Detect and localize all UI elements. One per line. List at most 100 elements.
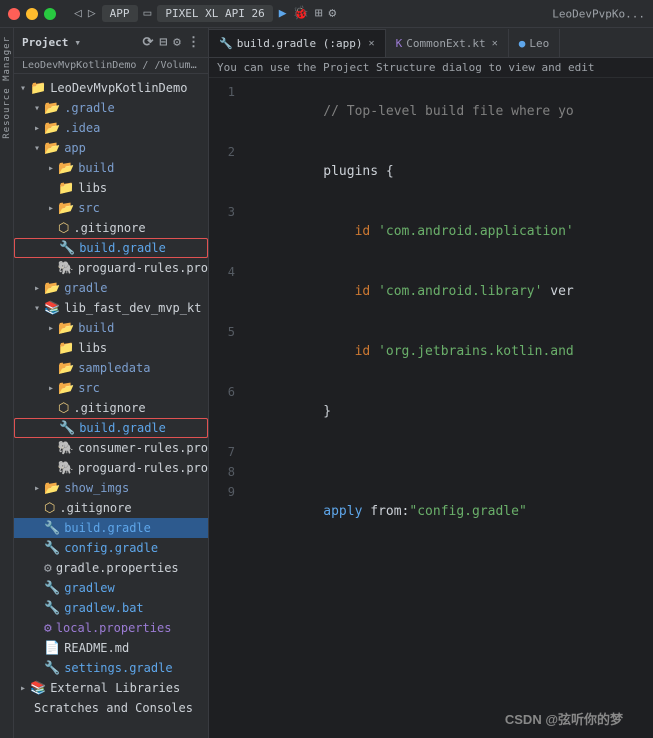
arrow-icon: ▸ [44,203,58,214]
folder-icon: 📁 [30,81,46,96]
code-line-6: 6 } [209,382,653,442]
gradle-icon: 🔧 [44,521,60,536]
resource-manager-label[interactable]: Resource Manager [2,36,12,139]
arrow-icon: ▸ [30,283,44,294]
debug-icon[interactable]: 🐞 [293,6,309,21]
tree-item-app-libs[interactable]: ▸ 📁 libs [14,178,208,198]
line-content: // Top-level build file where yo [245,82,653,142]
close-button[interactable] [8,8,20,20]
git-icon[interactable]: ⊞ [315,6,323,21]
tree-item-external-libs[interactable]: ▸ 📚 External Libraries [14,678,208,698]
module-icon: 📚 [30,681,46,696]
folder-icon: 📂 [58,161,74,176]
props-icon: ⚙ [44,561,52,576]
sync-icon[interactable]: ⟳ [142,35,153,50]
tree-item-lib-src[interactable]: ▸ 📂 src [14,378,208,398]
tree-item-app-src[interactable]: ▸ 📂 src [14,198,208,218]
code-line-7: 7 [209,442,653,462]
tree-item-app-gitignore[interactable]: ▸ ⬡ .gitignore [14,218,208,238]
tab-commonext[interactable]: K CommonExt.kt ✕ [386,29,509,57]
run-icon[interactable]: ▶ [279,6,287,21]
tree-item-show-imgs[interactable]: ▸ 📂 show_imgs [14,478,208,498]
tree-item-gradlew-bat[interactable]: ▸ 🔧 gradlew.bat [14,598,208,618]
tab-close-icon[interactable]: ✕ [369,38,375,49]
arrow-icon: ▸ [16,683,30,694]
tree-item-leodevmvp-root[interactable]: ▾ 📁 LeoDevMvpKotlinDemo [14,78,208,98]
tree-label: build.gradle [79,421,166,435]
main-layout: Resource Manager Project ▾ ⟳ ⊟ ⚙ ⋮ LeoDe… [0,28,653,738]
line-content: id 'com.android.library' ver [245,262,653,322]
settings-icon[interactable]: ⚙ [329,6,337,21]
file-path-breadcrumb: LeoDevMvpKotlinDemo / /Volumes/Data/Andr… [14,58,208,74]
tree-label: gradlew [64,581,115,595]
gradle-icon: 🔧 [59,241,75,256]
tree-label: local.properties [56,621,172,635]
collapse-icon[interactable]: ⊟ [159,35,167,50]
tree-item-settings-gradle[interactable]: ▸ 🔧 settings.gradle [14,658,208,678]
tree-label: src [78,381,100,395]
minimize-button[interactable] [26,8,38,20]
nav-forward-icon[interactable]: ▷ [88,6,96,21]
tree-item-app[interactable]: ▾ 📂 app [14,138,208,158]
tree-item-app-build[interactable]: ▸ 📂 build [14,158,208,178]
tree-item-gradlew[interactable]: ▸ 🔧 gradlew [14,578,208,598]
tree-item-gradle-props[interactable]: ▸ ⚙ gradle.properties [14,558,208,578]
tab-leo[interactable]: ● Leo [509,29,561,57]
proguard-icon: 🐘 [58,461,74,476]
tree-item-scratches[interactable]: ▸ Scratches and Consoles [14,698,208,718]
tree-item-config-gradle[interactable]: ▸ 🔧 config.gradle [14,538,208,558]
folder-icon: 📂 [58,361,74,376]
code-line-5: 5 id 'org.jetbrains.kotlin.and [209,322,653,382]
tree-item-idea[interactable]: ▸ 📂 .idea [14,118,208,138]
line-number: 6 [209,382,245,402]
folder-icon: 📂 [44,481,60,496]
more-icon[interactable]: ⋮ [187,35,200,50]
gradle-tab-icon: 🔧 [219,37,233,50]
line-number: 3 [209,202,245,222]
info-bar: You can use the Project Structure dialog… [209,58,653,78]
arrow-icon: ▾ [30,103,44,114]
tree-item-lib-proguard[interactable]: ▸ 🐘 proguard-rules.pro [14,458,208,478]
normal-token3: ver [542,284,573,299]
tree-item-lib-libs[interactable]: ▸ 📁 libs [14,338,208,358]
line-content: apply from:"config.gradle" [245,482,653,542]
tree-item-lib-build-gradle[interactable]: ▸ 🔧 build.gradle [14,418,208,438]
tree-item-app-build-gradle[interactable]: ▸ 🔧 build.gradle [14,238,208,258]
gradle-icon: 🔧 [44,581,60,596]
tree-label: Scratches and Consoles [34,701,193,715]
tab-close-icon[interactable]: ✕ [492,38,498,49]
tree-item-gradle2[interactable]: ▸ 📂 gradle [14,278,208,298]
panel-dropdown-arrow[interactable]: ▾ [74,36,81,49]
resource-manager-strip: Resource Manager [0,28,14,738]
tree-item-lib-gitignore[interactable]: ▸ ⬡ .gitignore [14,398,208,418]
arrow-icon: ▸ [44,383,58,394]
tree-item-root-build-gradle[interactable]: ▸ 🔧 build.gradle [14,518,208,538]
tree-label: proguard-rules.pro [78,461,208,475]
settings-panel-icon[interactable]: ⚙ [173,35,181,50]
tree-item-lib-fast[interactable]: ▾ 📚 lib_fast_dev_mvp_kt [14,298,208,318]
tree-label: settings.gradle [64,661,172,675]
device-label[interactable]: PIXEL XL API 26 [157,5,272,22]
tree-item-local-props[interactable]: ▸ ⚙ local.properties [14,618,208,638]
arrow-icon: ▸ [30,123,44,134]
nav-back-icon[interactable]: ◁ [74,6,82,21]
maximize-button[interactable] [44,8,56,20]
tree-item-app-proguard[interactable]: ▸ 🐘 proguard-rules.pro [14,258,208,278]
tree-item-gradle[interactable]: ▾ 📂 .gradle [14,98,208,118]
tree-item-root-gitignore[interactable]: ▸ ⬡ .gitignore [14,498,208,518]
tree-label: .gitignore [59,501,131,515]
tree-label: config.gradle [64,541,158,555]
device-icon: ▭ [144,6,152,21]
tree-item-lib-build[interactable]: ▸ 📂 build [14,318,208,338]
tab-build-gradle[interactable]: 🔧 build.gradle (:app) ✕ [209,29,386,57]
tree-label: .gitignore [73,221,145,235]
tree-item-readme[interactable]: ▸ 📄 README.md [14,638,208,658]
tree-item-lib-consumer[interactable]: ▸ 🐘 consumer-rules.pro [14,438,208,458]
normal-token2 [370,344,378,359]
tree-item-lib-sampledata[interactable]: ▸ 📂 sampledata [14,358,208,378]
run-config-label[interactable]: APP [102,5,138,22]
normal-token: plugins [323,164,386,179]
tree-label: External Libraries [50,681,180,695]
normal-token2 [370,224,378,239]
gradle-icon: 🔧 [44,661,60,676]
